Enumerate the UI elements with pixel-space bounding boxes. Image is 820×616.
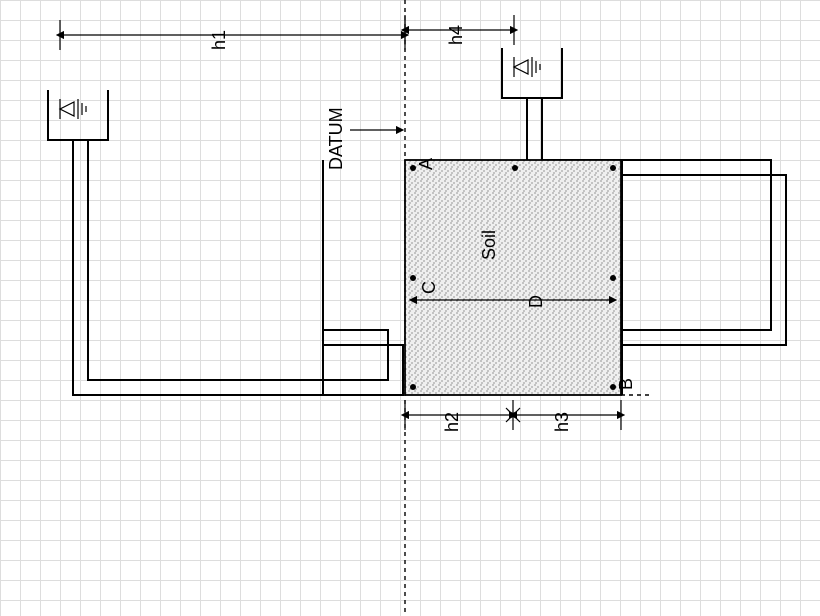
point-C: [410, 275, 416, 281]
label-h4: h4: [446, 25, 466, 45]
dim-h1: h1: [60, 20, 405, 50]
soil-column: [323, 160, 622, 395]
point-top-right-extra: [610, 165, 616, 171]
label-C: C: [419, 281, 439, 294]
point-bottom-left: [410, 384, 416, 390]
label-h2: h2: [442, 412, 462, 432]
label-soil: Soil: [479, 230, 499, 260]
label-A: A: [416, 158, 436, 170]
right-reservoir: [502, 48, 562, 98]
left-pipe: [73, 140, 403, 395]
left-reservoir: [48, 90, 108, 140]
point-top-mid: [512, 165, 518, 171]
label-h3: h3: [552, 412, 572, 432]
label-h1: h1: [209, 30, 229, 50]
dim-h3: h3: [513, 400, 621, 432]
datum-label-group: DATUM: [326, 107, 400, 170]
label-B: B: [616, 378, 636, 390]
dim-h4: h4: [405, 15, 514, 45]
label-datum: DATUM: [326, 107, 346, 170]
diagram-svg: A B C Soil h1 h4 h2 h3 D: [0, 0, 820, 616]
label-D: D: [526, 295, 546, 308]
point-right-mid: [610, 275, 616, 281]
dim-h2: h2: [405, 400, 513, 432]
